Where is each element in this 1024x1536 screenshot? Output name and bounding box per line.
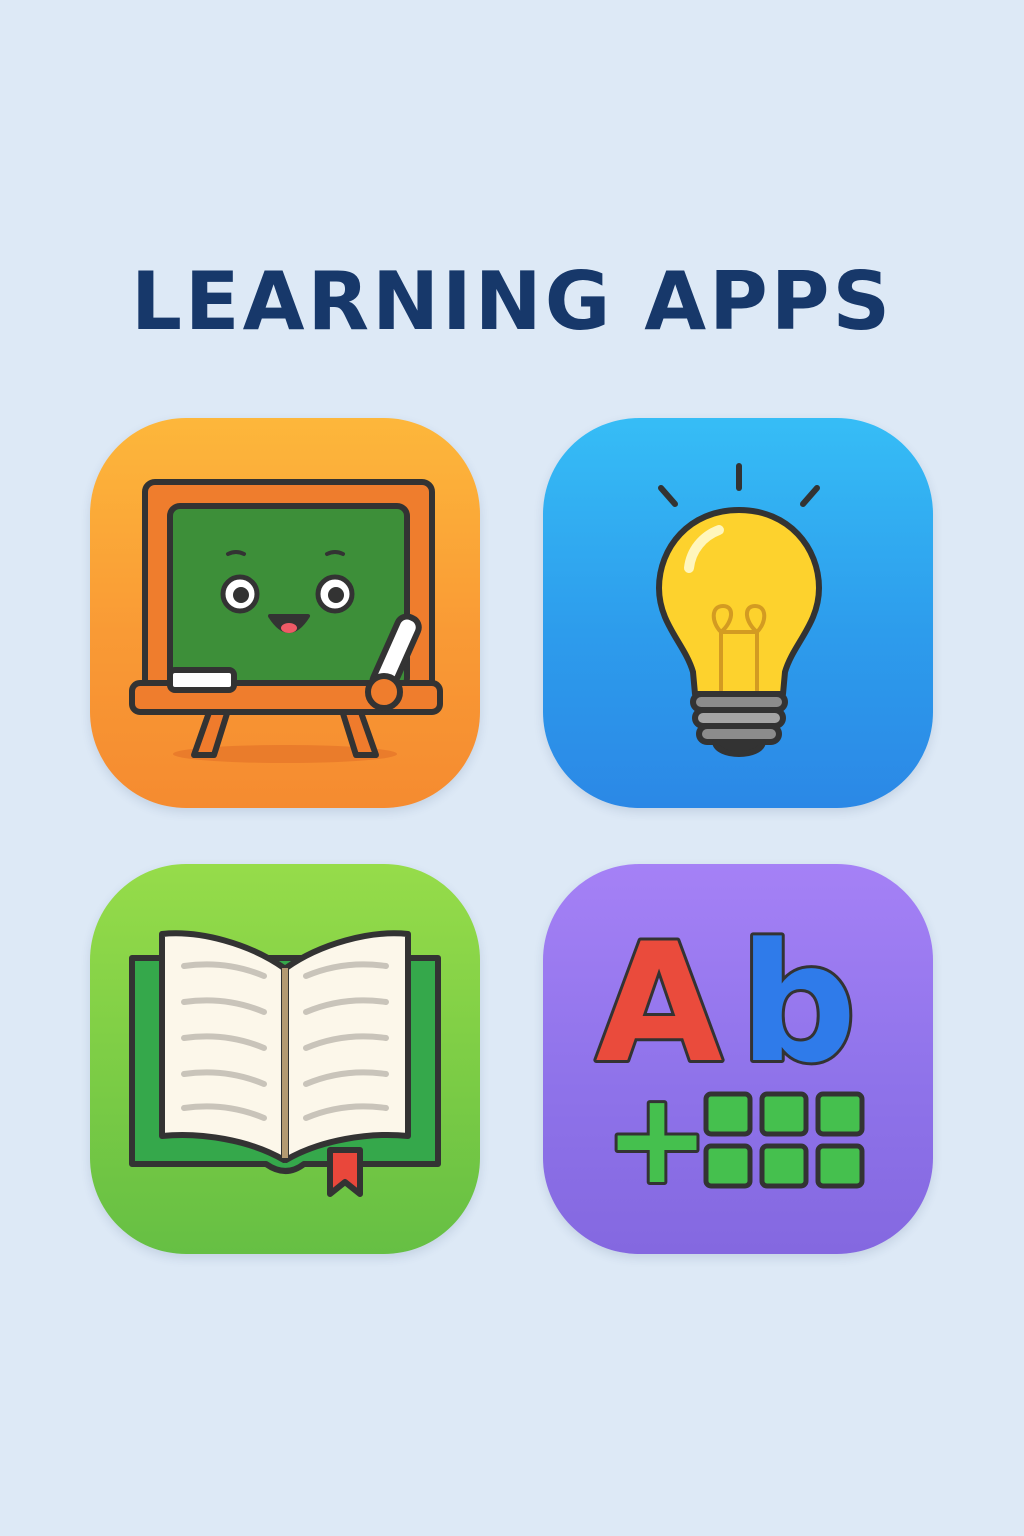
page-title: LEARNING APPS — [130, 254, 894, 348]
chalkboard-icon — [129, 479, 443, 763]
letter-b: b — [739, 908, 856, 1099]
app-icon-book[interactable] — [90, 864, 480, 1254]
open-book-icon — [129, 930, 441, 1197]
app-icon-alphabet-math[interactable]: A b + — [543, 864, 933, 1254]
app-icon-chalkboard[interactable] — [90, 418, 480, 808]
lightbulb-icon — [656, 463, 822, 757]
plus-symbol: + — [604, 1065, 710, 1212]
alphabet-math-icon: A b + — [593, 905, 865, 1215]
counting-grid — [703, 1091, 865, 1189]
app-icon-lightbulb[interactable] — [543, 418, 933, 808]
